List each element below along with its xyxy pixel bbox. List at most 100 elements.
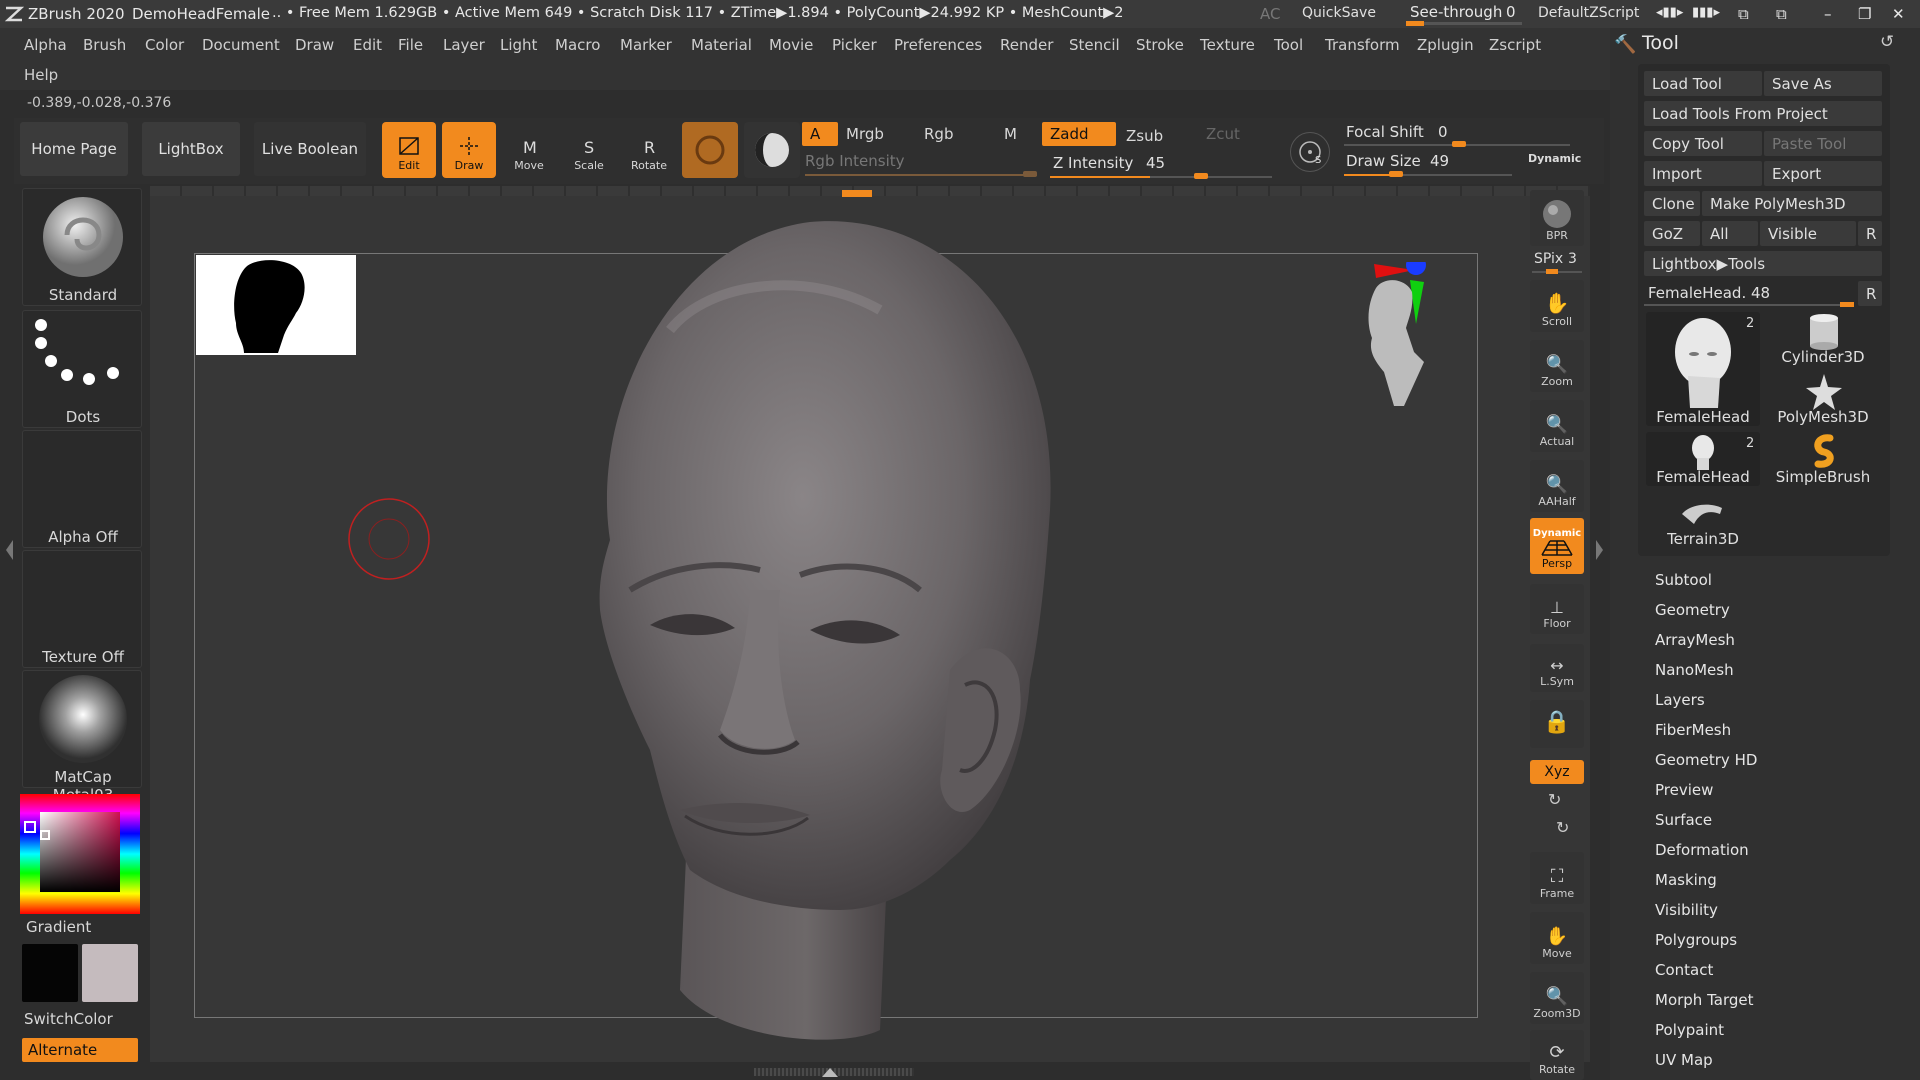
subpalette-deformation[interactable]: Deformation <box>1655 841 1749 859</box>
color-picker[interactable] <box>20 794 140 914</box>
subpalette-contact[interactable]: Contact <box>1655 961 1713 979</box>
tool-thumb-femalehead-2[interactable]: 2 FemaleHead <box>1646 432 1760 486</box>
minimize-icon[interactable]: – <box>1824 5 1832 23</box>
zoom-button[interactable]: 🔍 Zoom <box>1530 340 1584 392</box>
menu-document[interactable]: Document <box>202 36 280 54</box>
load-tool-button[interactable]: Load Tool <box>1644 71 1762 96</box>
alternate-button[interactable]: Alternate <box>22 1038 138 1062</box>
subpalette-uv-map[interactable]: UV Map <box>1655 1051 1713 1069</box>
gizmo-lock-button[interactable]: 🔒 <box>1530 700 1584 748</box>
import-button[interactable]: Import <box>1644 161 1762 186</box>
draw-mode-button[interactable]: Draw <box>442 122 496 178</box>
spix-slider[interactable]: SPix 3 <box>1532 250 1584 274</box>
subpalette-masking[interactable]: Masking <box>1655 871 1717 889</box>
saturation-picker-marker[interactable] <box>40 830 50 840</box>
subpalette-polypaint[interactable]: Polypaint <box>1655 1021 1724 1039</box>
save-as-button[interactable]: Save As <box>1764 71 1882 96</box>
menu-material[interactable]: Material <box>691 36 752 54</box>
menu-render[interactable]: Render <box>1000 36 1053 54</box>
tool-thumb-simplebrush[interactable]: SimpleBrush <box>1766 432 1880 486</box>
a-toggle[interactable]: A <box>802 122 838 146</box>
menu-texture[interactable]: Texture <box>1200 36 1255 54</box>
alpha-selector[interactable]: Alpha Off <box>22 430 142 548</box>
m-toggle[interactable]: M <box>996 122 1026 146</box>
menu-tool[interactable]: Tool <box>1274 36 1303 54</box>
draw-size-slider[interactable]: Draw Size 49 <box>1344 150 1514 180</box>
menu-draw[interactable]: Draw <box>295 36 334 54</box>
goz-all-button[interactable]: All <box>1702 221 1758 246</box>
scroll-button[interactable]: ✋ Scroll <box>1530 280 1584 332</box>
menu-transform[interactable]: Transform <box>1325 36 1400 54</box>
menu-edit[interactable]: Edit <box>353 36 382 54</box>
subpalette-visibility[interactable]: Visibility <box>1655 901 1718 919</box>
menu-brush[interactable]: Brush <box>83 36 126 54</box>
current-tool-slider[interactable]: FemaleHead. 48 <box>1644 281 1856 307</box>
ac-toggle[interactable]: AC <box>1260 5 1280 23</box>
goz-visible-button[interactable]: Visible <box>1760 221 1856 246</box>
gradient-toggle[interactable]: Gradient <box>26 918 91 936</box>
layout-toggle-right-icon[interactable]: ▮▮▮▸ <box>1692 5 1720 20</box>
z-intensity-slider[interactable]: Z Intensity 45 <box>1050 152 1274 182</box>
subpalette-arraymesh[interactable]: ArrayMesh <box>1655 631 1735 649</box>
top-tray-handle[interactable] <box>842 190 872 197</box>
close-icon[interactable]: ✕ <box>1892 5 1905 23</box>
move-mode-button[interactable]: M Move <box>502 122 556 178</box>
right-tray-toggle-icon[interactable] <box>1596 540 1603 560</box>
live-boolean-button[interactable]: Live Boolean <box>254 122 366 176</box>
export-button[interactable]: Export <box>1764 161 1882 186</box>
lightbox-tools-button[interactable]: Lightbox▶Tools <box>1644 251 1882 276</box>
rgb-toggle[interactable]: Rgb <box>916 122 986 146</box>
bpr-render-button[interactable]: BPR <box>1530 190 1584 246</box>
menu-zscript[interactable]: Zscript <box>1489 36 1541 54</box>
main-color-swatch[interactable] <box>22 944 78 1002</box>
menu-light[interactable]: Light <box>500 36 537 54</box>
load-tools-from-project-button[interactable]: Load Tools From Project <box>1644 101 1882 126</box>
menu-marker[interactable]: Marker <box>620 36 672 54</box>
tool-thumb-cylinder3d[interactable]: Cylinder3D <box>1766 312 1880 366</box>
tool-thumb-terrain3d[interactable]: Terrain3D <box>1646 494 1760 548</box>
tool-thumb-polymesh3d[interactable]: PolyMesh3D <box>1766 372 1880 426</box>
goz-r-button[interactable]: R <box>1858 221 1882 246</box>
quicksave-button[interactable]: QuickSave <box>1302 5 1376 21</box>
scale-mode-button[interactable]: S Scale <box>562 122 616 178</box>
perspective-button[interactable]: Dynamic Persp <box>1530 518 1584 574</box>
subpalette-polygroups[interactable]: Polygroups <box>1655 931 1737 949</box>
rotate-mode-button[interactable]: R Rotate <box>622 122 676 178</box>
left-tray-toggle-icon[interactable] <box>6 540 13 560</box>
material-selector[interactable]: MatCap Metal03 <box>22 670 142 804</box>
palette-reset-icon[interactable]: ↺ <box>1880 32 1894 52</box>
xyz-rotation-button[interactable]: Xyz <box>1530 760 1584 784</box>
tool-thumb-femalehead[interactable]: 2 FemaleHead <box>1646 312 1760 426</box>
material-toggle-button[interactable] <box>744 122 800 178</box>
subpalette-layers[interactable]: Layers <box>1655 691 1705 709</box>
floor-button[interactable]: ⊥ Floor <box>1530 584 1584 634</box>
menu-zplugin[interactable]: Zplugin <box>1417 36 1474 54</box>
see-through-slider[interactable]: See-through 0 <box>1404 0 1524 26</box>
aahalf-button[interactable]: 🔍 AAHalf <box>1530 460 1584 512</box>
dynamic-size-toggle[interactable]: Dynamic <box>1528 152 1581 165</box>
bottom-tray-arrow-icon[interactable] <box>822 1068 838 1077</box>
menu-alpha[interactable]: Alpha <box>24 36 67 54</box>
clone-button[interactable]: Clone <box>1644 191 1700 216</box>
lazy-mouse-button[interactable]: S <box>1290 132 1330 172</box>
current-tool-r-button[interactable]: R <box>1858 281 1882 306</box>
brush-selector[interactable]: Standard <box>22 188 142 306</box>
rgb-toggle-button[interactable] <box>682 122 738 178</box>
menu-macro[interactable]: Macro <box>555 36 600 54</box>
local-symmetry-button[interactable]: ↔ L.Sym <box>1530 644 1584 692</box>
subpalette-surface[interactable]: Surface <box>1655 811 1712 829</box>
menu-stencil[interactable]: Stencil <box>1069 36 1120 54</box>
lightbox-button[interactable]: LightBox <box>142 122 240 176</box>
home-page-button[interactable]: Home Page <box>20 122 128 176</box>
menu-file[interactable]: File <box>398 36 423 54</box>
subpalette-fibermesh[interactable]: FiberMesh <box>1655 721 1731 739</box>
menu-layout-icon[interactable]: ⧉ <box>1776 5 1787 23</box>
copy-tool-button[interactable]: Copy Tool <box>1644 131 1762 156</box>
subpalette-preview[interactable]: Preview <box>1655 781 1713 799</box>
move-view-button[interactable]: ✋ Move <box>1530 912 1584 964</box>
hue-picker-marker[interactable] <box>24 821 36 833</box>
orientation-gizmo[interactable] <box>1354 262 1454 412</box>
ui-layout-icon[interactable]: ⧉ <box>1738 5 1749 23</box>
mrgb-toggle[interactable]: Mrgb <box>838 122 908 146</box>
z-rotation-icon[interactable]: ↻ <box>1556 818 1569 837</box>
